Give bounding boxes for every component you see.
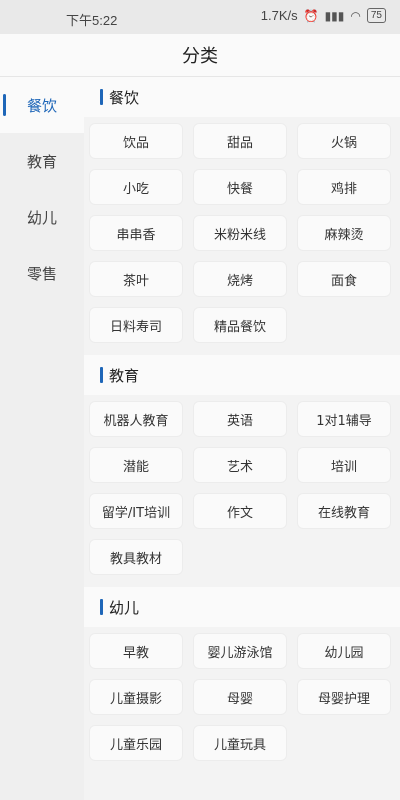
section-title: 教育 bbox=[109, 366, 140, 385]
category-tag[interactable]: 在线教育 bbox=[297, 493, 391, 529]
net-speed: 1.7K/s bbox=[260, 8, 298, 23]
category-tag[interactable]: 早教 bbox=[89, 633, 183, 669]
page-title: 分类 bbox=[182, 46, 218, 67]
category-tag[interactable]: 培训 bbox=[297, 447, 391, 483]
category-tag[interactable]: 英语 bbox=[193, 401, 287, 437]
category-tag[interactable]: 机器人教育 bbox=[89, 401, 183, 437]
category-tag[interactable]: 儿童乐园 bbox=[89, 725, 183, 761]
battery-icon: 75 bbox=[366, 8, 386, 23]
section-infant: 幼儿 早教 婴儿游泳馆 幼儿园 儿童摄影 母婴 母婴护理 儿童乐园 儿童玩具 bbox=[84, 587, 400, 773]
category-tag[interactable]: 潜能 bbox=[89, 447, 183, 483]
alarm-icon: ⏰ bbox=[303, 8, 319, 23]
category-tag[interactable]: 日料寿司 bbox=[89, 307, 183, 343]
category-tag[interactable]: 艺术 bbox=[193, 447, 287, 483]
section-header: 餐饮 bbox=[84, 77, 400, 117]
category-tag[interactable]: 串串香 bbox=[89, 215, 183, 251]
category-tag[interactable]: 1对1辅导 bbox=[297, 401, 391, 437]
tag-grid: 饮品 甜品 火锅 小吃 快餐 鸡排 串串香 米粉米线 麻辣烫 茶叶 烧烤 面食 … bbox=[84, 123, 400, 355]
sidebar-item-infant[interactable]: 幼儿 bbox=[0, 189, 84, 245]
status-indicators: 1.7K/s ⏰ ▮▮▮ ◠ 75 bbox=[261, 8, 386, 23]
page-title-bar: 分类 bbox=[0, 34, 400, 77]
category-tag[interactable]: 鸡排 bbox=[297, 169, 391, 205]
category-tag[interactable]: 茶叶 bbox=[89, 261, 183, 297]
category-tag[interactable]: 教具教材 bbox=[89, 539, 183, 575]
category-tag[interactable]: 精品餐饮 bbox=[193, 307, 287, 343]
status-bar: 下午5:22 1.7K/s ⏰ ▮▮▮ ◠ 75 bbox=[0, 0, 400, 34]
sidebar-item-label: 零售 bbox=[26, 264, 57, 283]
section-catering: 餐饮 饮品 甜品 火锅 小吃 快餐 鸡排 串串香 米粉米线 麻辣烫 茶叶 烧烤 … bbox=[84, 77, 400, 355]
sidebar-item-label: 幼儿 bbox=[26, 208, 57, 227]
category-tag[interactable]: 面食 bbox=[297, 261, 391, 297]
category-tag[interactable]: 作文 bbox=[193, 493, 287, 529]
category-tag[interactable]: 婴儿游泳馆 bbox=[193, 633, 287, 669]
category-tag[interactable]: 麻辣烫 bbox=[297, 215, 391, 251]
category-tag[interactable]: 儿童摄影 bbox=[89, 679, 183, 715]
category-sidebar: 餐饮 教育 幼儿 零售 bbox=[0, 77, 84, 800]
category-tag[interactable]: 留学/IT培训 bbox=[89, 493, 183, 529]
category-tag[interactable]: 母婴 bbox=[193, 679, 287, 715]
section-header: 教育 bbox=[84, 355, 400, 395]
signal-icon: ▮▮▮ bbox=[324, 8, 345, 23]
tag-grid: 早教 婴儿游泳馆 幼儿园 儿童摄影 母婴 母婴护理 儿童乐园 儿童玩具 bbox=[84, 633, 400, 773]
category-content[interactable]: 餐饮 饮品 甜品 火锅 小吃 快餐 鸡排 串串香 米粉米线 麻辣烫 茶叶 烧烤 … bbox=[84, 77, 400, 800]
category-tag[interactable]: 甜品 bbox=[193, 123, 287, 159]
section-marker bbox=[100, 367, 103, 383]
tag-grid: 机器人教育 英语 1对1辅导 潜能 艺术 培训 留学/IT培训 作文 在线教育 … bbox=[84, 401, 400, 587]
wifi-icon: ◠ bbox=[350, 8, 361, 23]
sidebar-item-label: 教育 bbox=[26, 152, 57, 171]
category-tag[interactable]: 烧烤 bbox=[193, 261, 287, 297]
sidebar-item-catering[interactable]: 餐饮 bbox=[0, 77, 84, 133]
section-education: 教育 机器人教育 英语 1对1辅导 潜能 艺术 培训 留学/IT培训 作文 在线… bbox=[84, 355, 400, 587]
section-title: 餐饮 bbox=[109, 88, 140, 107]
content-layout: 餐饮 教育 幼儿 零售 餐饮 饮品 甜品 火锅 小吃 快餐 鸡排 串串香 米粉米… bbox=[0, 77, 400, 800]
section-header: 幼儿 bbox=[84, 587, 400, 627]
section-marker bbox=[100, 599, 103, 615]
category-tag[interactable]: 儿童玩具 bbox=[193, 725, 287, 761]
sidebar-item-label: 餐饮 bbox=[26, 96, 57, 115]
section-title: 幼儿 bbox=[109, 598, 140, 617]
sidebar-item-education[interactable]: 教育 bbox=[0, 133, 84, 189]
section-marker bbox=[100, 89, 103, 105]
category-tag[interactable]: 饮品 bbox=[89, 123, 183, 159]
category-tag[interactable]: 快餐 bbox=[193, 169, 287, 205]
category-tag[interactable]: 母婴护理 bbox=[297, 679, 391, 715]
status-time: 下午5:22 bbox=[66, 13, 118, 28]
sidebar-item-retail[interactable]: 零售 bbox=[0, 245, 84, 301]
category-tag[interactable]: 米粉米线 bbox=[193, 215, 287, 251]
category-tag[interactable]: 小吃 bbox=[89, 169, 183, 205]
category-tag[interactable]: 幼儿园 bbox=[297, 633, 391, 669]
category-tag[interactable]: 火锅 bbox=[297, 123, 391, 159]
